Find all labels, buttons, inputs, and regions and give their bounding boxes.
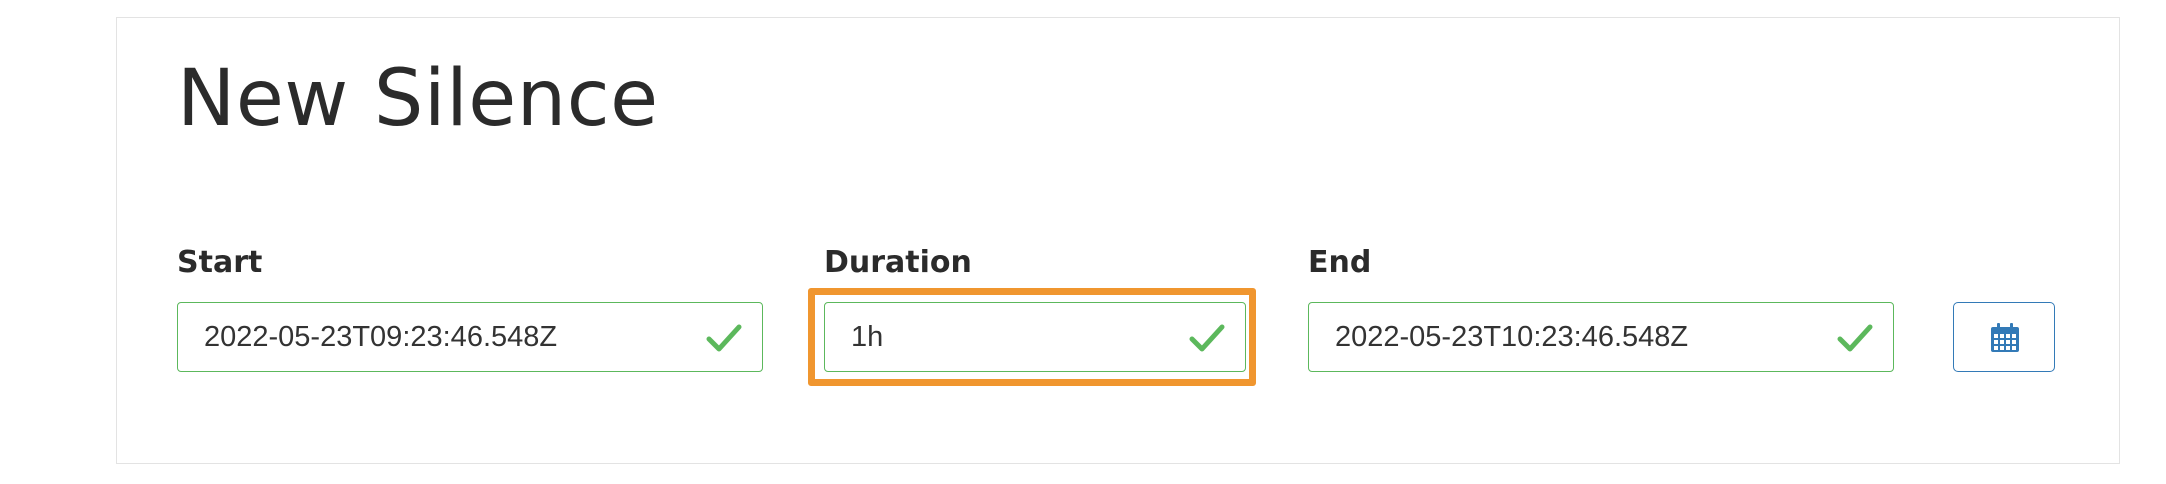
start-label: Start	[177, 245, 263, 280]
end-label: End	[1308, 245, 1372, 280]
check-icon	[706, 324, 742, 352]
duration-input[interactable]	[825, 303, 1245, 371]
end-input[interactable]	[1309, 303, 1893, 371]
check-icon	[1837, 324, 1873, 352]
end-field[interactable]	[1308, 302, 1894, 372]
duration-field[interactable]	[824, 302, 1246, 372]
duration-label: Duration	[824, 245, 972, 280]
start-field[interactable]	[177, 302, 763, 372]
date-picker-button[interactable]	[1953, 302, 2055, 372]
calendar-icon	[1991, 323, 2019, 352]
check-icon	[1189, 324, 1225, 352]
start-input[interactable]	[178, 303, 762, 371]
page-title: New Silence	[177, 54, 659, 144]
